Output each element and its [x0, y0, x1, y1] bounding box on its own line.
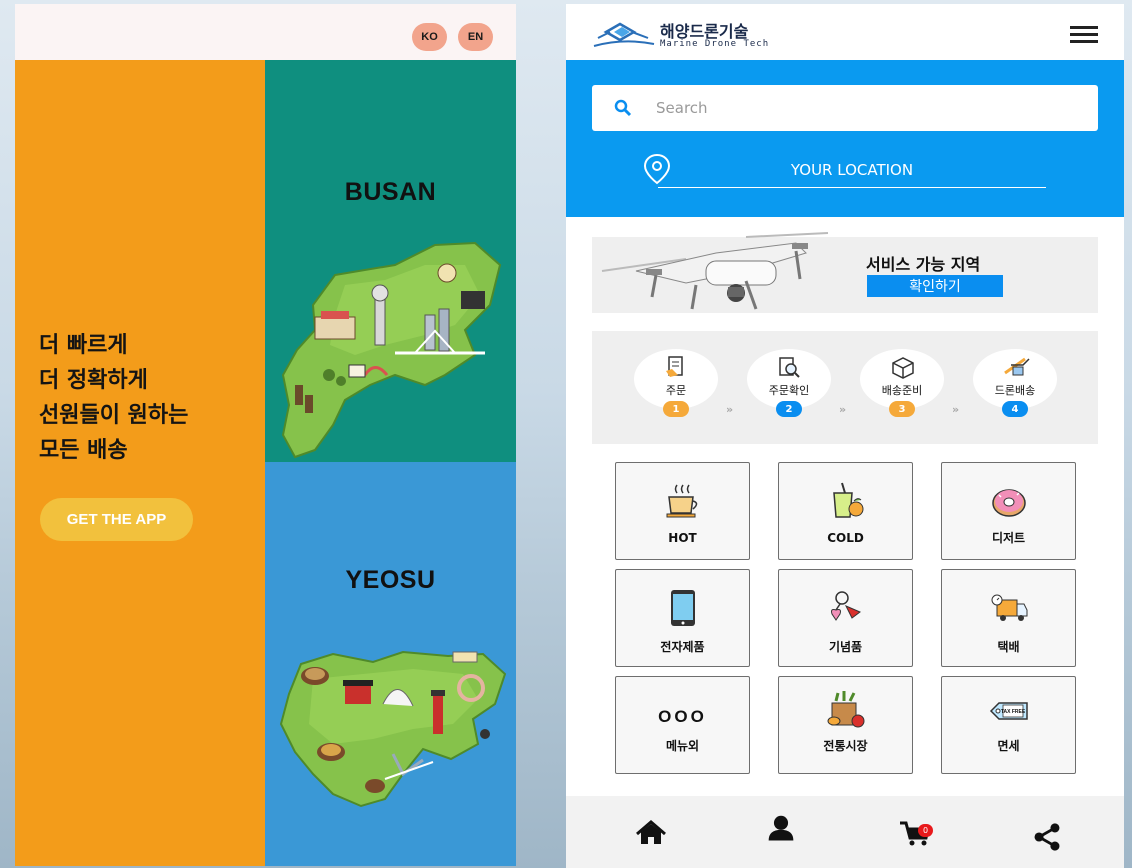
category-more[interactable]: OOO 메뉴외 — [615, 676, 750, 774]
category-hot[interactable]: HOT — [615, 462, 750, 560]
slogan-line: 모든 배송 — [39, 438, 128, 463]
logo-english-text: Marine Drone Tech — [660, 39, 770, 49]
tablet-icon — [671, 590, 695, 626]
category-label: 기념품 — [828, 640, 863, 654]
hot-coffee-icon — [666, 484, 698, 518]
slogan-column: 더 빠르게 더 정확하게 선원들이 원하는 모든 배송 GET THE APP — [15, 60, 265, 866]
grocery-bag-icon — [827, 691, 865, 728]
category-label: 면세 — [997, 739, 1020, 753]
busan-map-illustration — [281, 241, 502, 459]
step-order-confirm: 주문확인 2 — [747, 349, 831, 417]
wave-logo-icon — [593, 22, 655, 47]
bottom-navigation: 0 — [566, 796, 1124, 868]
category-souvenir[interactable]: 기념품 — [778, 569, 913, 667]
step-number-badge: 2 — [776, 401, 802, 417]
receipt-icon — [666, 356, 683, 377]
slogan: 더 빠르게 더 정확하게 선원들이 원하는 모든 배송 — [39, 328, 188, 468]
delivery-truck-icon — [991, 594, 1028, 621]
search-box[interactable] — [592, 85, 1098, 131]
category-cold[interactable]: COLD — [778, 462, 913, 560]
category-parcel[interactable]: 택배 — [941, 569, 1076, 667]
promo-panel: KO EN 더 빠르게 더 정확하게 선원들이 원하는 모든 배송 GET TH… — [15, 4, 516, 866]
your-location-field[interactable]: YOUR LOCATION — [658, 161, 1046, 179]
check-service-area-button[interactable]: 확인하기 — [867, 275, 1003, 297]
lang-en-button[interactable]: EN — [458, 23, 493, 51]
busan-title: BUSAN — [344, 178, 437, 206]
search-input[interactable] — [656, 93, 1076, 123]
location-underline — [658, 187, 1046, 188]
cart-button[interactable]: 0 — [898, 820, 933, 850]
more-icon: OOO — [658, 707, 707, 726]
keychain-icon — [831, 591, 861, 621]
profile-icon[interactable] — [764, 814, 798, 844]
order-steps: 주문 1 » 주문확인 2 » 배송준비 3 » 드론배송 4 — [592, 331, 1098, 444]
category-label: HOT — [668, 531, 697, 545]
tax-free-icon: TAX FREE — [989, 702, 1028, 720]
step-label: 주문 — [665, 384, 687, 397]
cold-drink-icon — [833, 482, 864, 518]
category-dessert[interactable]: 디저트 — [941, 462, 1076, 560]
category-label: 전자제품 — [660, 640, 705, 654]
slogan-line: 선원들이 원하는 — [39, 403, 189, 428]
donut-icon — [992, 489, 1026, 517]
category-label: 전통시장 — [823, 739, 868, 753]
header: 해양드론기술 Marine Drone Tech — [566, 4, 1124, 60]
service-area-banner[interactable]: 서비스 가능 지역 확인하기 — [592, 232, 1098, 313]
busan-card[interactable]: BUSAN — [265, 60, 516, 462]
yeosu-title: YEOSU — [345, 566, 436, 594]
slogan-line: 더 빠르게 — [39, 333, 128, 358]
step-number-badge: 1 — [663, 401, 689, 417]
category-label: 디저트 — [991, 531, 1026, 545]
slogan-line: 더 정확하게 — [39, 368, 148, 393]
drone-delivery-icon — [1004, 357, 1030, 376]
magnifier-receipt-icon — [779, 357, 800, 378]
step-order: 주문 1 — [634, 349, 718, 417]
search-location-band: YOUR LOCATION — [566, 60, 1124, 217]
yeosu-card[interactable]: YEOSU — [265, 462, 516, 866]
step-number-badge: 4 — [1002, 401, 1028, 417]
category-duty-free[interactable]: TAX FREE 면세 — [941, 676, 1076, 774]
category-grid: HOT COLD 디저트 전자제품 기념품 택배 OOO 메뉴외 전통시장 TA… — [615, 462, 1077, 778]
step-prepare: 배송준비 3 — [860, 349, 944, 417]
language-bar: KO EN — [15, 4, 516, 60]
cart-count-badge: 0 — [918, 824, 933, 837]
drone-image — [601, 232, 829, 310]
box-icon — [892, 357, 914, 379]
get-the-app-button[interactable]: GET THE APP — [40, 498, 193, 541]
step-drone-delivery: 드론배송 4 — [973, 349, 1057, 417]
step-label: 배송준비 — [881, 384, 923, 397]
step-label: 주문확인 — [768, 384, 810, 397]
step-separator: » — [726, 403, 734, 416]
step-separator: » — [952, 403, 960, 416]
category-traditional-market[interactable]: 전통시장 — [778, 676, 913, 774]
step-label: 드론배송 — [994, 384, 1036, 397]
category-label: COLD — [827, 531, 864, 545]
tax-free-tag-text: TAX FREE — [1001, 709, 1026, 715]
app-screen: 해양드론기술 Marine Drone Tech YOUR LOCATION — [566, 4, 1124, 868]
step-number-badge: 3 — [889, 401, 915, 417]
yeosu-map-illustration — [279, 650, 507, 808]
share-icon[interactable] — [1030, 822, 1064, 852]
home-icon[interactable] — [634, 818, 668, 848]
category-label: 택배 — [997, 640, 1020, 654]
category-electronics[interactable]: 전자제품 — [615, 569, 750, 667]
category-label: 메뉴외 — [665, 739, 700, 753]
step-separator: » — [839, 403, 847, 416]
service-area-title: 서비스 가능 지역 — [866, 255, 981, 274]
hamburger-menu-icon[interactable] — [1070, 26, 1098, 44]
logo[interactable]: 해양드론기술 Marine Drone Tech — [592, 18, 812, 54]
lang-ko-button[interactable]: KO — [412, 23, 447, 51]
search-icon — [614, 99, 632, 117]
